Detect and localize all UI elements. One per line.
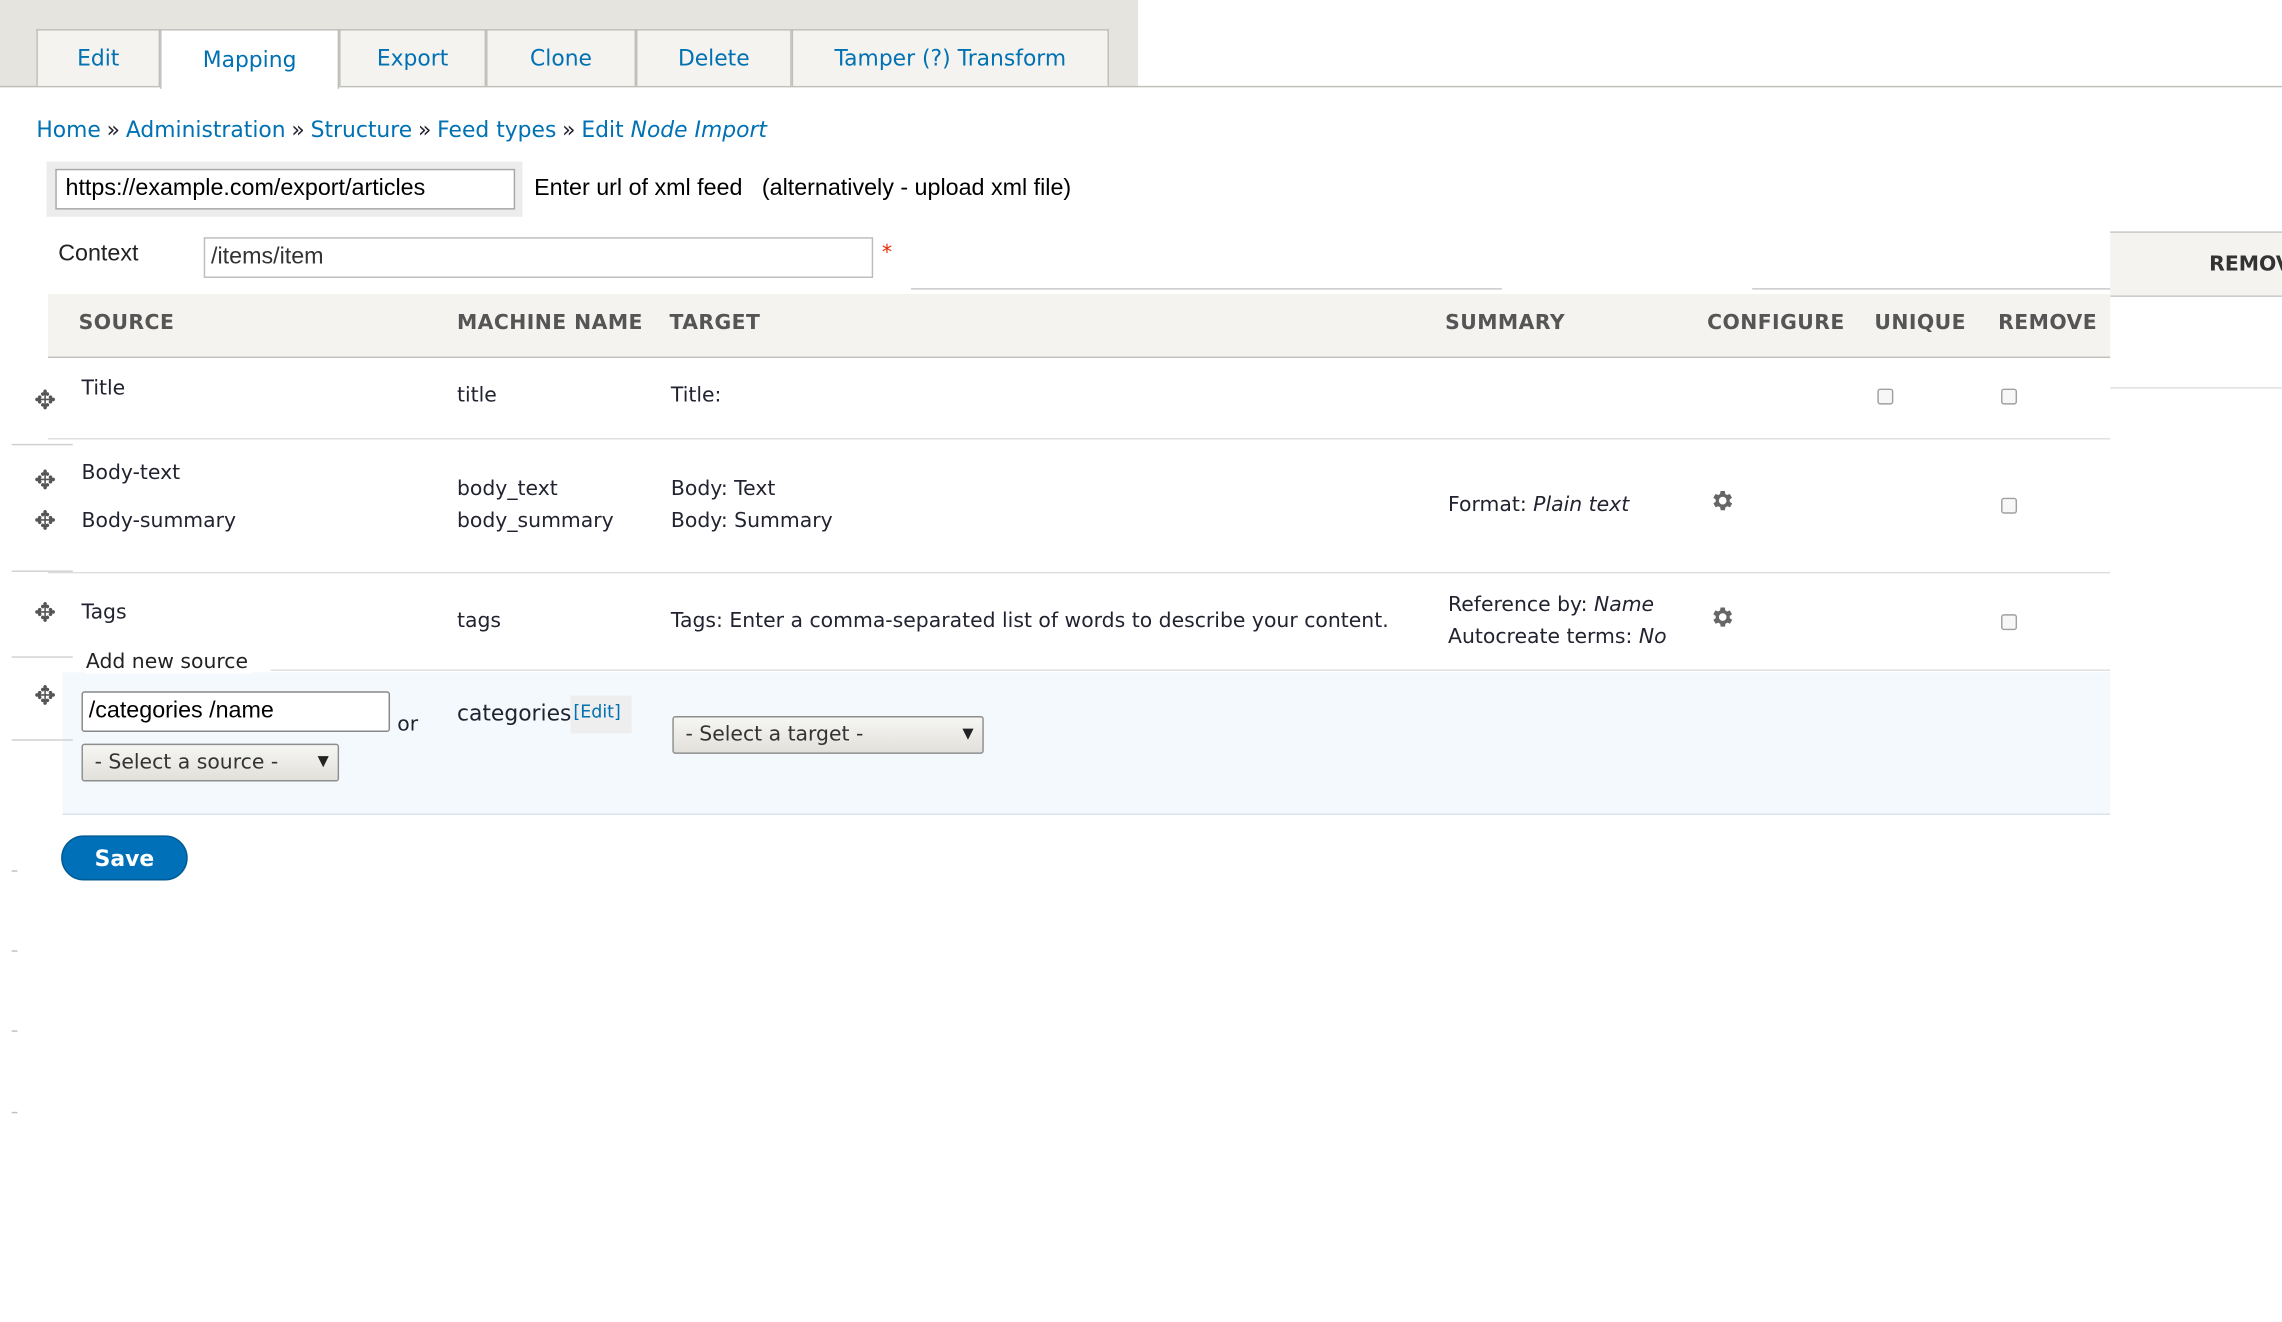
tab-edit[interactable]: Edit <box>36 29 161 86</box>
select-target-value: - Select a target - <box>685 723 864 747</box>
dropdown-arrow-icon: ▼ <box>962 726 974 743</box>
edit-machine-name-link[interactable]: [Edit] <box>573 701 620 721</box>
drag-handle-icon[interactable]: ✥ <box>32 509 58 535</box>
unique-checkbox[interactable] <box>1877 388 1894 405</box>
required-marker: * <box>881 241 893 265</box>
summary-label: Format: <box>1448 493 1527 517</box>
divider <box>11 1030 18 1032</box>
add-new-source-label: Add new source <box>85 650 254 674</box>
header-remove: REMOVE <box>1998 311 2098 335</box>
summary-value: No <box>1638 625 1667 650</box>
header-machine-name: MACHINE NAME <box>456 311 643 335</box>
partial-remove-header: REMOV <box>2209 253 2282 277</box>
row-tags-target: Tags: Enter a comma-separated list of wo… <box>670 609 1389 634</box>
or-text: or <box>397 713 419 737</box>
row-tags-summary-autocreate: Autocreate terms: No <box>1448 626 1667 649</box>
breadcrumb-separator: » <box>291 116 305 143</box>
breadcrumb-separator: » <box>106 116 121 143</box>
row-title-machine-name: title <box>456 384 497 408</box>
row-tags-machine-name: tags <box>456 609 501 634</box>
select-target-dropdown[interactable]: - Select a target - ▼ <box>672 716 984 754</box>
summary-label: Autocreate terms: <box>1448 625 1633 650</box>
breadcrumb-separator: » <box>417 116 432 143</box>
row-body-machine-name: body_text <box>456 477 558 501</box>
summary-value: Name <box>1593 593 1655 618</box>
divider <box>11 739 73 741</box>
breadcrumb-edit-name: Node Import <box>630 116 767 143</box>
tab-bar-divider <box>0 85 2282 88</box>
row-tags-summary-reference: Reference by: Name <box>1448 594 1654 617</box>
row-body-target: Body: Text <box>670 477 776 501</box>
select-source-dropdown[interactable]: - Select a source - ▼ <box>81 743 340 782</box>
save-button[interactable]: Save <box>61 835 188 881</box>
tab-mapping[interactable]: Mapping <box>160 29 340 89</box>
row-body-target-summary: Body: Summary <box>670 509 833 533</box>
gear-icon[interactable] <box>1709 488 1735 514</box>
feed-url-input[interactable] <box>55 168 516 210</box>
divider <box>270 669 2111 671</box>
row-body-source: Body-text <box>81 461 181 485</box>
summary-value: Plain text <box>1533 493 1630 517</box>
partial-table-header: REMOV <box>2110 231 2282 297</box>
row-body-source-summary: Body-summary <box>81 509 237 533</box>
tab-clone[interactable]: Clone <box>486 29 636 86</box>
header-source: SOURCE <box>78 311 175 335</box>
drag-handle-icon[interactable]: ✥ <box>32 600 58 627</box>
remove-checkbox[interactable] <box>2001 614 2018 631</box>
tab-delete[interactable]: Delete <box>635 29 792 86</box>
drag-handle-icon[interactable]: ✥ <box>32 468 58 495</box>
new-source-machine-name: categories <box>456 699 572 727</box>
context-label: Context <box>58 241 139 267</box>
row-body-machine-name-summary: body_summary <box>456 509 614 533</box>
mapping-table-header: SOURCE MACHINE NAME TARGET SUMMARY CONFI… <box>48 293 2111 359</box>
divider <box>11 870 18 872</box>
breadcrumb-separator: » <box>562 116 576 143</box>
header-target: TARGET <box>669 311 761 335</box>
feed-url-hint: Enter url of xml feed (alternatively - u… <box>534 176 1072 201</box>
divider <box>1752 288 2111 290</box>
header-unique: UNIQUE <box>1874 311 1967 335</box>
row-tags-source: Tags <box>81 601 127 625</box>
breadcrumb: Home» Administration» Structure» Feed types… <box>36 116 767 142</box>
breadcrumb-feed-types[interactable]: Feed types <box>437 116 556 142</box>
source-xpath-input[interactable] <box>81 691 391 733</box>
divider <box>11 950 18 952</box>
divider <box>11 656 73 658</box>
row-title-source: Title <box>81 376 126 401</box>
remove-checkbox[interactable] <box>2001 388 2018 405</box>
tab-bar: Edit Mapping Export Clone Delete Tamper … <box>0 0 2282 89</box>
row-body-summary: Format: Plain text <box>1448 493 1629 516</box>
breadcrumb-edit-prefix: Edit <box>581 116 624 143</box>
drag-handle-icon[interactable]: ✥ <box>32 388 58 415</box>
breadcrumb-administration[interactable]: Administration <box>126 116 286 142</box>
row-title-target: Title: <box>670 384 722 408</box>
summary-label: Reference by: <box>1448 593 1588 618</box>
breadcrumb-home[interactable]: Home <box>36 116 100 142</box>
divider <box>911 288 1502 290</box>
context-input[interactable] <box>203 237 874 278</box>
breadcrumb-edit-node-import[interactable]: Edit Node Import <box>581 116 767 142</box>
tab-tamper-transform[interactable]: Tamper (?) Transform <box>791 29 1109 86</box>
header-configure: CONFIGURE <box>1707 311 1845 335</box>
gear-icon[interactable] <box>1709 604 1735 630</box>
divider <box>2110 387 2282 389</box>
select-source-value: - Select a source - <box>94 750 279 775</box>
divider <box>11 443 73 446</box>
header-summary: SUMMARY <box>1445 311 1566 335</box>
tab-export[interactable]: Export <box>339 29 487 86</box>
divider <box>11 1111 18 1114</box>
row-divider <box>48 438 2111 440</box>
breadcrumb-structure[interactable]: Structure <box>311 116 413 142</box>
dropdown-arrow-icon: ▼ <box>317 753 329 770</box>
drag-handle-icon[interactable]: ✥ <box>32 683 58 710</box>
remove-checkbox[interactable] <box>2001 497 2018 514</box>
row-divider <box>48 571 2111 574</box>
